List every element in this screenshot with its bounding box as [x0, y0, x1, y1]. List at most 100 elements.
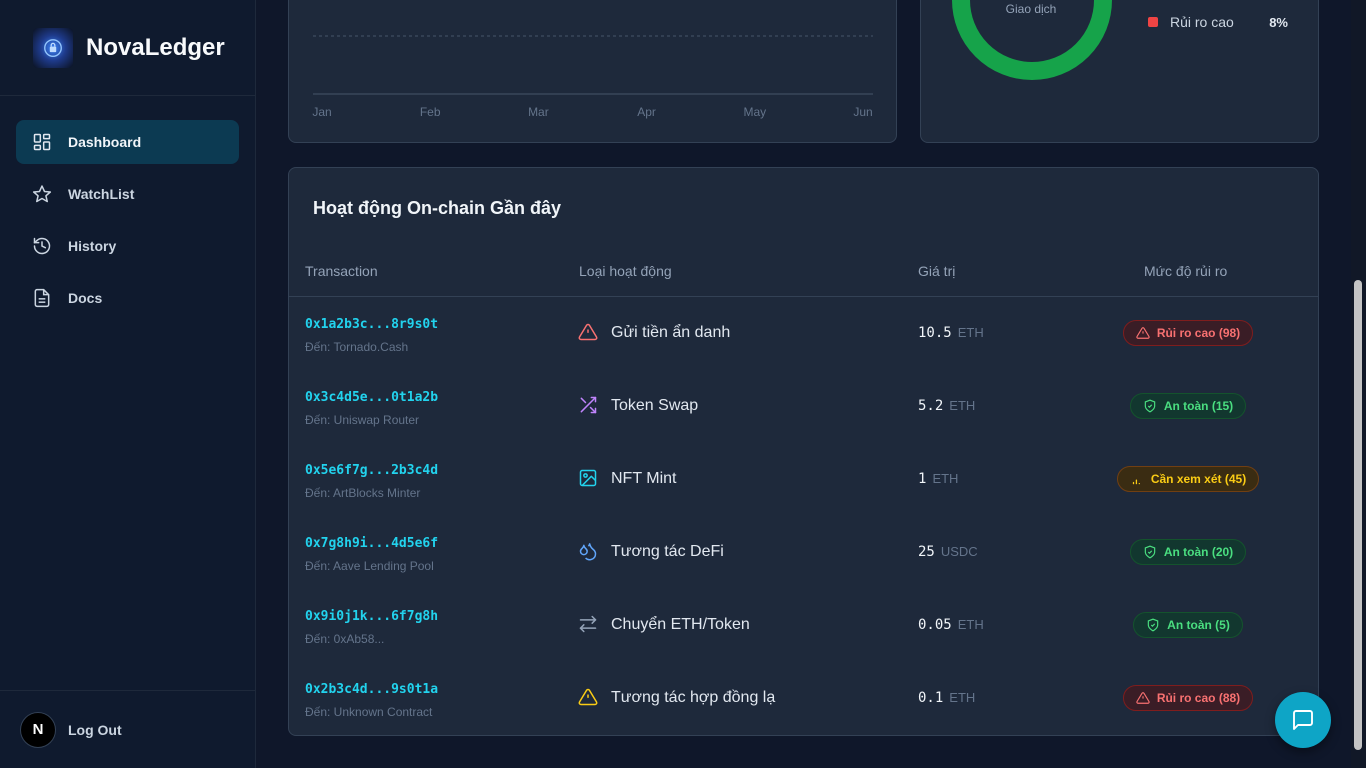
- document-icon: [32, 288, 52, 308]
- activity-title: Hoạt động On-chain Gần đây: [313, 198, 562, 218]
- unit: ETH: [932, 471, 959, 486]
- risk-cell: An toàn (20): [1069, 539, 1307, 565]
- legend-item: Rủi ro cao 8%: [1148, 14, 1288, 30]
- tx-hash-link[interactable]: 0x1a2b3c...8r9s0t: [305, 317, 438, 332]
- x-tick-label: Apr: [637, 105, 656, 119]
- risk-label: An toàn (15): [1163, 399, 1234, 413]
- column-header-value: Giá trị: [918, 263, 956, 279]
- activity-card: Hoạt động On-chain Gần đây Transaction L…: [288, 167, 1319, 736]
- shuffle-icon: [578, 395, 598, 415]
- activity-type: Gửi tiền ẩn danh: [611, 324, 731, 341]
- tx-destination: Đến: Uniswap Router: [305, 413, 420, 427]
- tx-destination: Đến: Unknown Contract: [305, 705, 433, 719]
- chat-icon: [1293, 710, 1313, 730]
- risk-label: An toàn (5): [1167, 618, 1230, 632]
- droplets-icon: [578, 541, 598, 561]
- warning-icon: [578, 322, 598, 342]
- risk-badge: Rủi ro cao (98): [1122, 320, 1254, 346]
- activity-type: NFT Mint: [611, 470, 677, 487]
- sidebar-item-label: History: [68, 238, 117, 254]
- activity-type: Tương tác hợp đồng lạ: [611, 689, 776, 706]
- amount: 10.5: [918, 325, 952, 341]
- sidebar-item-label: Docs: [68, 290, 103, 306]
- sidebar-item-watchlist[interactable]: WatchList: [16, 172, 239, 216]
- table-row[interactable]: 0x5e6f7g...2b3c4d Đến: ArtBlocks Minter …: [289, 443, 1318, 516]
- shield-check-icon: [1146, 618, 1160, 632]
- legend-label: Rủi ro cao: [1170, 14, 1234, 30]
- sidebar-item-label: WatchList: [68, 186, 135, 202]
- activity-type: Chuyển ETH/Token: [611, 616, 750, 633]
- activity-type: Token Swap: [611, 397, 699, 414]
- table-row[interactable]: 0x9i0j1k...6f7g8h Đến: 0xAb58... Chuyển …: [289, 589, 1318, 662]
- amount: 25: [918, 544, 935, 560]
- risk-cell: An toàn (5): [1069, 612, 1307, 638]
- unit: ETH: [949, 398, 976, 413]
- tx-value: 5.2 ETH: [918, 398, 975, 414]
- table-row[interactable]: 0x1a2b3c...8r9s0t Đến: Tornado.Cash Gửi …: [289, 297, 1318, 370]
- tx-destination: Đến: 0xAb58...: [305, 632, 385, 646]
- logo-icon: [33, 27, 73, 68]
- risk-label: An toàn (20): [1163, 545, 1234, 559]
- sidebar-nav: Dashboard WatchList History Docs: [0, 96, 255, 320]
- unit: USDC: [940, 544, 978, 559]
- risk-cell: Rủi ro cao (88): [1069, 685, 1307, 711]
- warning-icon: [1136, 691, 1150, 705]
- x-tick-label: May: [743, 105, 766, 119]
- logout-button[interactable]: Log Out: [68, 722, 122, 738]
- signal-icon: [1130, 472, 1144, 486]
- warning-icon: [1136, 326, 1150, 340]
- legend-value: 8%: [1269, 14, 1288, 30]
- tx-destination: Đến: Aave Lending Pool: [305, 559, 434, 573]
- risk-badge: An toàn (20): [1129, 539, 1247, 565]
- transfer-icon: [578, 614, 598, 634]
- unit: ETH: [957, 617, 984, 632]
- risk-label: Cần xem xét (45): [1150, 472, 1247, 486]
- amount: 0.05: [918, 617, 952, 633]
- tx-hash-link[interactable]: 0x2b3c4d...9s0t1a: [305, 682, 438, 697]
- table-row[interactable]: 0x3c4d5e...0t1a2b Đến: Uniswap Router To…: [289, 370, 1318, 443]
- tx-hash-link[interactable]: 0x3c4d5e...0t1a2b: [305, 390, 438, 405]
- x-tick-label: Feb: [420, 105, 441, 119]
- donut-card: Giao dịch Rủi ro cao 8%: [920, 0, 1319, 143]
- unit: ETH: [949, 690, 976, 705]
- x-tick-label: Jan: [312, 105, 331, 119]
- tx-value: 25 USDC: [918, 544, 978, 560]
- scrollbar[interactable]: [1351, 0, 1366, 768]
- tx-hash-link[interactable]: 0x7g8h9i...4d5e6f: [305, 536, 438, 551]
- risk-badge: Rủi ro cao (88): [1122, 685, 1254, 711]
- scrollbar-thumb[interactable]: [1354, 280, 1362, 750]
- table-row[interactable]: 0x2b3c4d...9s0t1a Đến: Unknown Contract …: [289, 662, 1318, 735]
- tx-hash-link[interactable]: 0x9i0j1k...6f7g8h: [305, 609, 438, 624]
- risk-badge: Cần xem xét (45): [1116, 466, 1260, 492]
- tx-destination: Đến: Tornado.Cash: [305, 340, 409, 354]
- risk-badge: An toàn (5): [1133, 612, 1243, 638]
- tx-hash-link[interactable]: 0x5e6f7g...2b3c4d: [305, 463, 438, 478]
- tx-destination: Đến: ArtBlocks Minter: [305, 486, 421, 500]
- column-header-risk: Mức độ rủi ro: [1144, 263, 1228, 279]
- unit: ETH: [957, 325, 984, 340]
- chat-button[interactable]: [1275, 692, 1331, 748]
- avatar[interactable]: N: [20, 711, 56, 748]
- risk-label: Rủi ro cao (98): [1156, 326, 1241, 340]
- sidebar-item-docs[interactable]: Docs: [16, 276, 239, 320]
- shield-check-icon: [1143, 399, 1157, 413]
- shield-check-icon: [1143, 545, 1157, 559]
- tx-value: 0.1 ETH: [918, 690, 975, 706]
- column-header-activity-type: Loại hoạt động: [579, 263, 672, 279]
- activity-type: Tương tác DeFi: [611, 543, 724, 560]
- tx-value: 0.05 ETH: [918, 617, 984, 633]
- amount: 1: [918, 471, 927, 487]
- sidebar-item-label: Dashboard: [68, 134, 142, 150]
- brand: NovaLedger: [0, 0, 255, 96]
- legend-color-swatch: [1148, 17, 1158, 27]
- sidebar-item-dashboard[interactable]: Dashboard: [16, 120, 239, 164]
- column-header-transaction: Transaction: [305, 263, 378, 279]
- risk-cell: Cần xem xét (45): [1069, 466, 1307, 492]
- sidebar-item-history[interactable]: History: [16, 224, 239, 268]
- sidebar-footer: N Log Out: [0, 690, 255, 768]
- table-row[interactable]: 0x7g8h9i...4d5e6f Đến: Aave Lending Pool…: [289, 516, 1318, 589]
- dashboard-icon: [32, 132, 52, 152]
- amount: 0.1: [918, 690, 944, 706]
- brand-name: NovaLedger: [86, 33, 225, 61]
- history-icon: [32, 236, 52, 256]
